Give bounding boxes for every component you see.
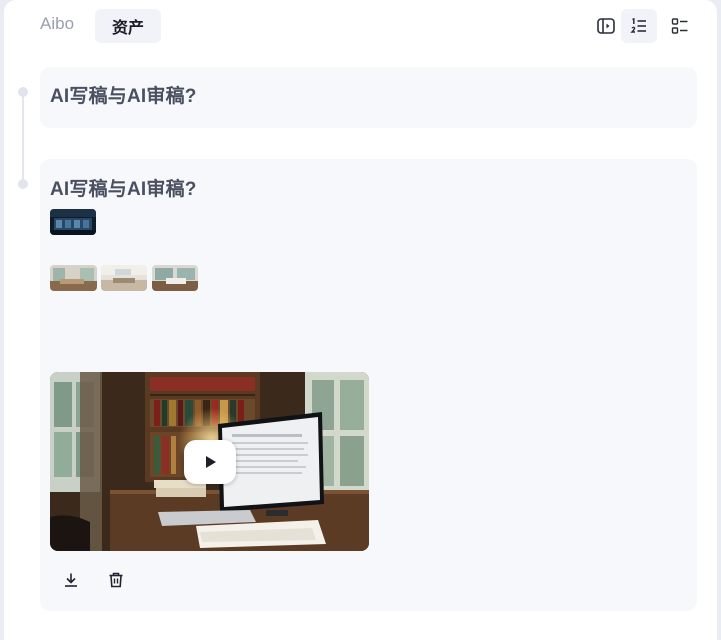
checklist-icon: [671, 18, 688, 34]
image-thumbnail-picture: [50, 265, 97, 291]
download-button[interactable]: [59, 568, 83, 592]
timeline-line: [22, 92, 24, 184]
timeline-dot: [18, 179, 28, 189]
image-thumbnail[interactable]: [50, 209, 96, 235]
timeline-dot: [18, 87, 28, 97]
entry-card: AI写稿与AI审稿?: [40, 159, 697, 611]
trash-icon: [109, 572, 123, 588]
ordered-list-icon: [630, 17, 646, 33]
image-thumbnail-picture: [152, 265, 198, 291]
image-thumbnail[interactable]: [101, 265, 147, 291]
panel-header: Aibo 资产: [4, 0, 717, 52]
image-thumbnail-picture: [101, 265, 147, 291]
tab-aibo[interactable]: Aibo: [40, 14, 74, 34]
ordered-list-button[interactable]: [621, 9, 657, 43]
assets-panel: Aibo 资产 AI写稿与AI审稿? AI写稿与AI审稿?: [4, 0, 717, 640]
sidebar-toggle-icon: [597, 18, 615, 34]
image-thumbnail-picture: [50, 209, 96, 235]
entry-title: AI写稿与AI审稿?: [50, 86, 197, 107]
tab-assets[interactable]: 资产: [95, 9, 161, 43]
image-thumbnail[interactable]: [152, 265, 198, 291]
image-thumbnail[interactable]: [50, 265, 97, 291]
video-preview[interactable]: [50, 372, 369, 551]
delete-button[interactable]: [104, 568, 128, 592]
sidebar-toggle-button[interactable]: [588, 9, 624, 43]
download-icon: [65, 573, 77, 587]
entry-card[interactable]: AI写稿与AI审稿?: [40, 67, 697, 128]
entry-title: AI写稿与AI审稿?: [50, 179, 197, 200]
play-icon: [206, 456, 216, 468]
play-button[interactable]: [184, 440, 236, 484]
checklist-button[interactable]: [662, 9, 698, 43]
